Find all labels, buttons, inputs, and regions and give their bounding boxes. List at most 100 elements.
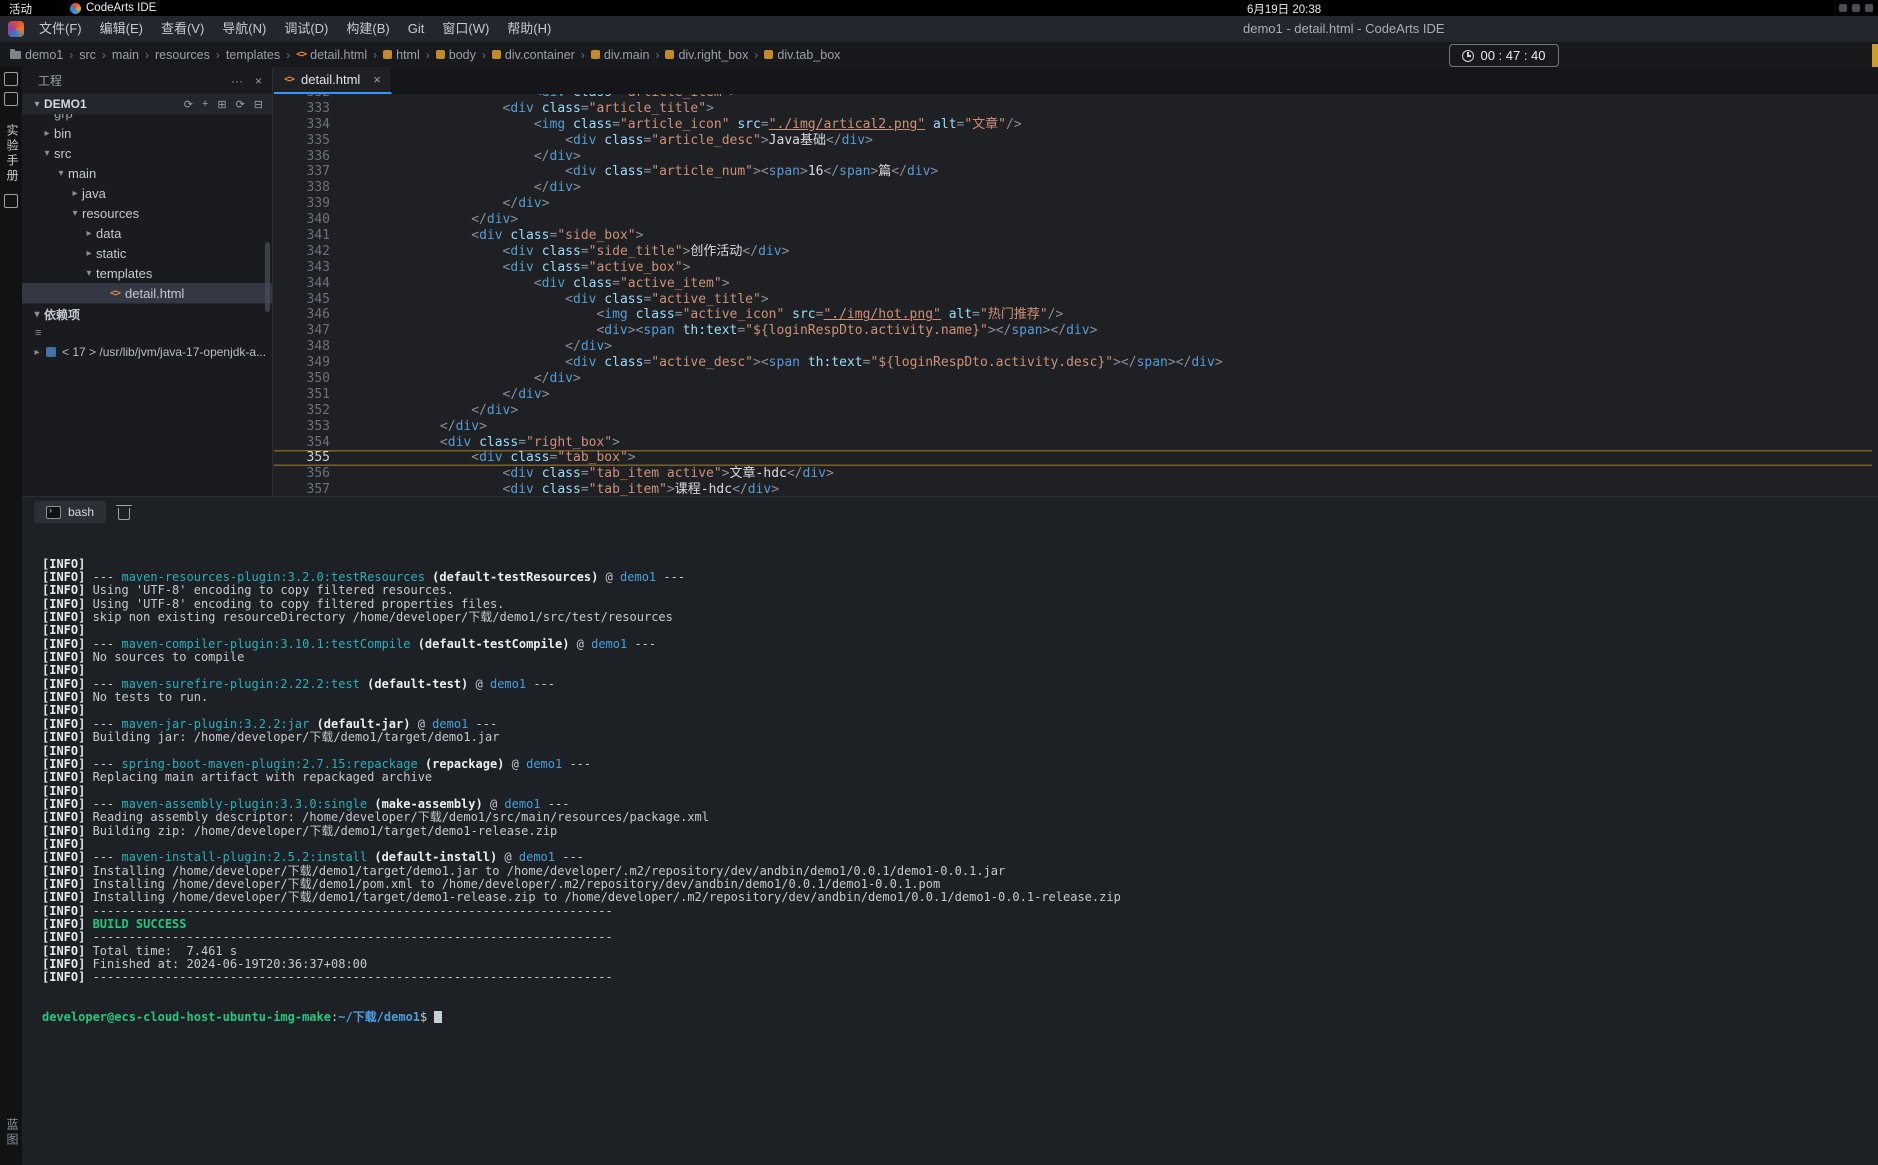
- sidebar-scrollbar-thumb[interactable]: [265, 242, 270, 312]
- tray-icon[interactable]: [1852, 4, 1860, 12]
- code-line-333[interactable]: 333 <div class="article_title">: [274, 101, 1872, 117]
- vertical-tab-bottom[interactable]: 蓝图: [4, 1118, 21, 1148]
- code-line-352[interactable]: 352 </div>: [274, 403, 1872, 419]
- menu-文件(F)[interactable]: 文件(F): [30, 18, 91, 40]
- code-line-347[interactable]: 347 <div><span th:text="${loginRespDto.a…: [274, 323, 1872, 339]
- breadcrumb-separator: ›: [216, 48, 220, 62]
- tree-item-templates[interactable]: ▾templates: [22, 263, 272, 283]
- code-line-345[interactable]: 345 <div class="active_title">: [274, 292, 1872, 308]
- jdk-dependency-item[interactable]: ▸ < 17 > /usr/lib/jvm/java-17-openjdk-a.…: [22, 342, 272, 362]
- breadcrumb-item-div.right_box[interactable]: div.right_box: [665, 48, 748, 62]
- activities-button[interactable]: 活动: [9, 1, 32, 17]
- new-folder-icon[interactable]: ⊞: [217, 98, 226, 111]
- terminal-tab-bash[interactable]: bash: [34, 501, 106, 523]
- breadcrumb-item-div.main[interactable]: div.main: [591, 48, 650, 62]
- vertical-tab-lab-manual[interactable]: 实验手册: [4, 124, 21, 184]
- code-line-335[interactable]: 335 <div class="article_desc">Java基础</di…: [274, 133, 1872, 149]
- menu-导航(N)[interactable]: 导航(N): [213, 18, 275, 40]
- system-tray[interactable]: [1839, 4, 1873, 12]
- clock-icon: [1462, 50, 1474, 62]
- line-number: 334: [274, 117, 330, 133]
- code-line-338[interactable]: 338 </div>: [274, 180, 1872, 196]
- tree-item-detail.html[interactable]: <>detail.html: [22, 283, 272, 303]
- manual-icon[interactable]: [4, 194, 18, 208]
- chevron-right-icon: ▸: [82, 228, 96, 239]
- close-tab-icon[interactable]: ×: [373, 72, 381, 87]
- code-line-337[interactable]: 337 <div class="article_num"><span>16</s…: [274, 164, 1872, 180]
- tree-item-bin[interactable]: ▸bin: [22, 123, 272, 143]
- code-line-355[interactable]: 355 <div class="tab_box">: [274, 450, 1872, 466]
- dependencies-toolbar[interactable]: ≡: [22, 324, 272, 342]
- breadcrumb-item-src[interactable]: src: [79, 48, 96, 62]
- menu-编辑(E)[interactable]: 编辑(E): [91, 18, 152, 40]
- code-line-357[interactable]: 357 <div class="tab_item">课程-hdc</div>: [274, 482, 1872, 496]
- code-line-349[interactable]: 349 <div class="active_desc"><span th:te…: [274, 355, 1872, 371]
- tree-item-src[interactable]: ▾src: [22, 143, 272, 163]
- code-line-332[interactable]: 332 <div class="article_item">: [274, 94, 1872, 101]
- close-panel-icon[interactable]: ×: [255, 74, 262, 88]
- tray-icon[interactable]: [1839, 4, 1847, 12]
- code-line-353[interactable]: 353 </div>: [274, 419, 1872, 435]
- code-line-354[interactable]: 354 <div class="right_box">: [274, 435, 1872, 451]
- panel-toggle-icon[interactable]: [4, 72, 18, 86]
- menu-构建(B)[interactable]: 构建(B): [337, 18, 398, 40]
- code-line-356[interactable]: 356 <div class="tab_item active">文章-hdc<…: [274, 466, 1872, 482]
- more-actions-icon[interactable]: ···: [231, 74, 243, 88]
- sync-icon[interactable]: ⟳: [184, 98, 193, 111]
- code-line-341[interactable]: 341 <div class="side_box">: [274, 228, 1872, 244]
- tree-item-data[interactable]: ▸data: [22, 223, 272, 243]
- code-line-350[interactable]: 350 </div>: [274, 371, 1872, 387]
- menu-Git[interactable]: Git: [399, 18, 434, 40]
- breadcrumb-item-resources[interactable]: resources: [155, 48, 210, 62]
- breadcrumb-item-div.tab_box[interactable]: div.tab_box: [764, 48, 840, 62]
- code-editor[interactable]: 332 <div class="article_item">333 <div c…: [274, 94, 1872, 496]
- breadcrumb-item-demo1[interactable]: demo1: [10, 48, 63, 62]
- tab-detail-html[interactable]: <> detail.html ×: [274, 67, 392, 94]
- menu-调试(D)[interactable]: 调试(D): [275, 18, 337, 40]
- app-logo-icon[interactable]: [8, 21, 24, 37]
- collapse-all-icon[interactable]: ⊟: [254, 98, 263, 111]
- tree-item-resources[interactable]: ▾resources: [22, 203, 272, 223]
- tree-item-grp[interactable]: grp: [22, 114, 272, 123]
- breadcrumb: demo1›src›main›resources›templates›<>det…: [10, 48, 840, 62]
- panel-toggle-icon[interactable]: [4, 92, 18, 106]
- chevron-down-icon: ▾: [30, 309, 44, 320]
- breadcrumb-item-detail.html[interactable]: <>detail.html: [296, 48, 367, 62]
- terminal-line: [INFO] --- spring-boot-maven-plugin:2.7.…: [42, 758, 1870, 771]
- code-line-351[interactable]: 351 </div>: [274, 387, 1872, 403]
- system-clock[interactable]: 6月19日 20:38: [1247, 1, 1321, 17]
- breadcrumb-item-html[interactable]: html: [383, 48, 420, 62]
- code-line-339[interactable]: 339 </div>: [274, 196, 1872, 212]
- tray-icon[interactable]: [1865, 4, 1873, 12]
- code-line-344[interactable]: 344 <div class="active_item">: [274, 276, 1872, 292]
- refresh-icon[interactable]: ⟳: [236, 98, 245, 111]
- code-line-334[interactable]: 334 <img class="article_icon" src="./img…: [274, 117, 1872, 133]
- menu-窗口(W)[interactable]: 窗口(W): [433, 18, 498, 40]
- new-file-icon[interactable]: +: [202, 98, 208, 110]
- codearts-ide-window: 活动 CodeArts IDE 6月19日 20:38 文件(F)编辑(E)查看…: [0, 0, 1878, 1165]
- code-line-336[interactable]: 336 </div>: [274, 149, 1872, 165]
- tree-item-static[interactable]: ▸static: [22, 243, 272, 263]
- breadcrumb-item-body[interactable]: body: [436, 48, 476, 62]
- breadcrumb-item-main[interactable]: main: [112, 48, 139, 62]
- terminal-body[interactable]: [INFO][INFO] --- maven-resources-plugin:…: [42, 531, 1870, 1165]
- code-lines: 332 <div class="article_item">333 <div c…: [274, 94, 1872, 496]
- menu-查看(V)[interactable]: 查看(V): [152, 18, 213, 40]
- kill-terminal-icon[interactable]: [118, 508, 130, 520]
- system-bar: 活动 CodeArts IDE 6月19日 20:38: [0, 0, 1878, 16]
- tree-item-main[interactable]: ▾main: [22, 163, 272, 183]
- code-line-343[interactable]: 343 <div class="active_box">: [274, 260, 1872, 276]
- breadcrumb-separator: ›: [69, 48, 73, 62]
- app-indicator[interactable]: CodeArts IDE: [70, 0, 156, 16]
- breadcrumb-item-div.container[interactable]: div.container: [492, 48, 575, 62]
- dependencies-header[interactable]: ▾ 依赖项: [22, 303, 272, 324]
- breadcrumb-item-templates[interactable]: templates: [226, 48, 280, 62]
- code-line-346[interactable]: 346 <img class="active_icon" src="./img/…: [274, 307, 1872, 323]
- code-line-342[interactable]: 342 <div class="side_title">创作活动</div>: [274, 244, 1872, 260]
- code-line-348[interactable]: 348 </div>: [274, 339, 1872, 355]
- project-root-row[interactable]: ▾ DEMO1 ⟳ + ⊞ ⟳ ⊟: [22, 94, 272, 114]
- tree-item-java[interactable]: ▸java: [22, 183, 272, 203]
- code-line-340[interactable]: 340 </div>: [274, 212, 1872, 228]
- menu-帮助(H)[interactable]: 帮助(H): [498, 18, 560, 40]
- line-number: 344: [274, 276, 330, 292]
